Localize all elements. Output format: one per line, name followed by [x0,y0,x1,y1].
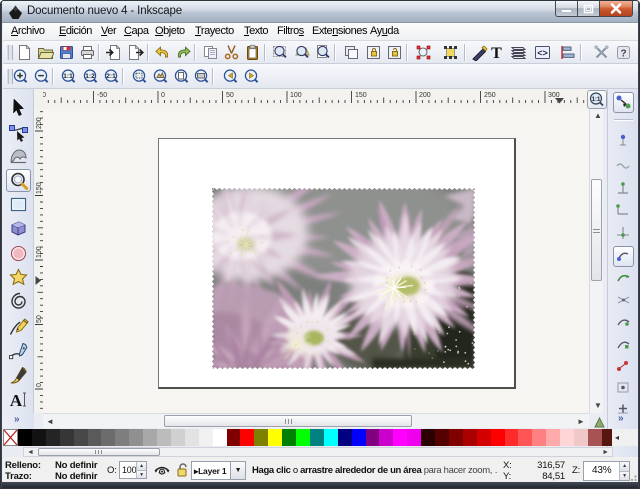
svg-text:300: 300 [548,92,560,99]
svg-text:0: 0 [161,92,165,99]
svg-text:200: 200 [419,92,431,99]
svg-text:?: ? [620,49,626,60]
svg-text:1:1: 1:1 [592,97,601,103]
svg-text:A: A [10,391,23,410]
svg-text:1:1: 1:1 [63,73,73,80]
svg-text:<>: <> [537,48,548,58]
svg-text:50: 50 [36,315,43,323]
svg-text:100: 100 [36,246,43,258]
svg-text:200: 200 [36,117,43,129]
svg-text:-50: -50 [97,92,107,99]
svg-text:1:2: 1:2 [85,73,95,80]
svg-text:250: 250 [484,92,496,99]
svg-text:150: 150 [36,182,43,194]
svg-text:50: 50 [226,92,234,99]
svg-text:0: 0 [36,383,43,387]
svg-text:100: 100 [290,92,302,99]
svg-text:2:1: 2:1 [106,73,116,80]
svg-text:-100: -100 [43,92,46,99]
svg-text:150: 150 [355,92,367,99]
svg-text:T: T [491,45,502,61]
